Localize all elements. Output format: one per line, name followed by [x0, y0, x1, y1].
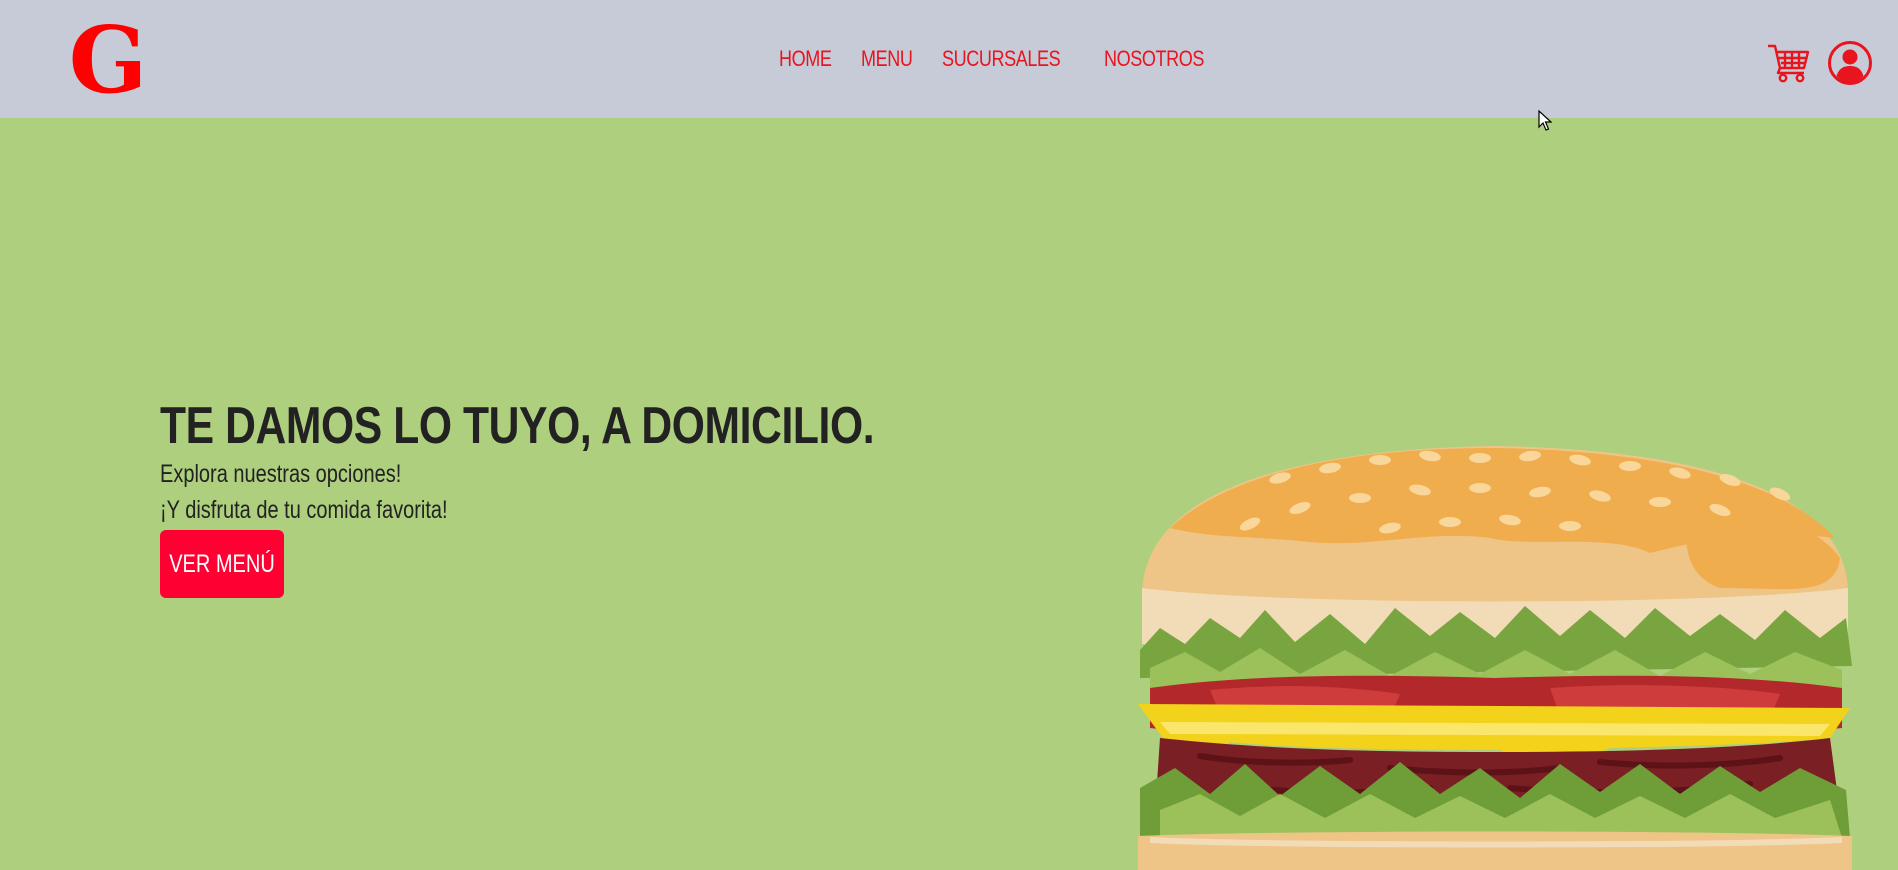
- svg-text:G: G: [70, 18, 146, 102]
- cart-icon[interactable]: [1766, 40, 1810, 84]
- navbar: G HOME MENU SUCURSALES NOSOTROS: [0, 0, 1898, 118]
- hero: TE DAMOS LO TUYO, A DOMICILIO. Explora n…: [160, 398, 1031, 598]
- hero-subtitle: Explora nuestras opciones!: [160, 460, 402, 488]
- mouse-cursor-icon: [1538, 110, 1552, 131]
- ver-menu-label: VER MENÚ: [169, 549, 275, 578]
- user-account-icon[interactable]: [1827, 40, 1873, 86]
- logo-g-icon: G: [69, 6, 148, 114]
- main-nav: HOME MENU SUCURSALES NOSOTROS: [779, 43, 1212, 75]
- hero-tagline: ¡Y disfruta de tu comida favorita!: [160, 496, 448, 524]
- hero-title: TE DAMOS LO TUYO, A DOMICILIO.: [160, 397, 875, 455]
- nav-nosotros[interactable]: NOSOTROS: [1104, 46, 1204, 72]
- nav-menu[interactable]: MENU: [861, 46, 913, 72]
- ver-menu-button[interactable]: VER MENÚ: [160, 530, 284, 598]
- brand-logo[interactable]: G: [69, 6, 148, 114]
- nav-sucursales[interactable]: SUCURSALES: [942, 46, 1061, 72]
- hamburger-illustration: [1138, 446, 1852, 870]
- nav-home[interactable]: HOME: [779, 46, 832, 72]
